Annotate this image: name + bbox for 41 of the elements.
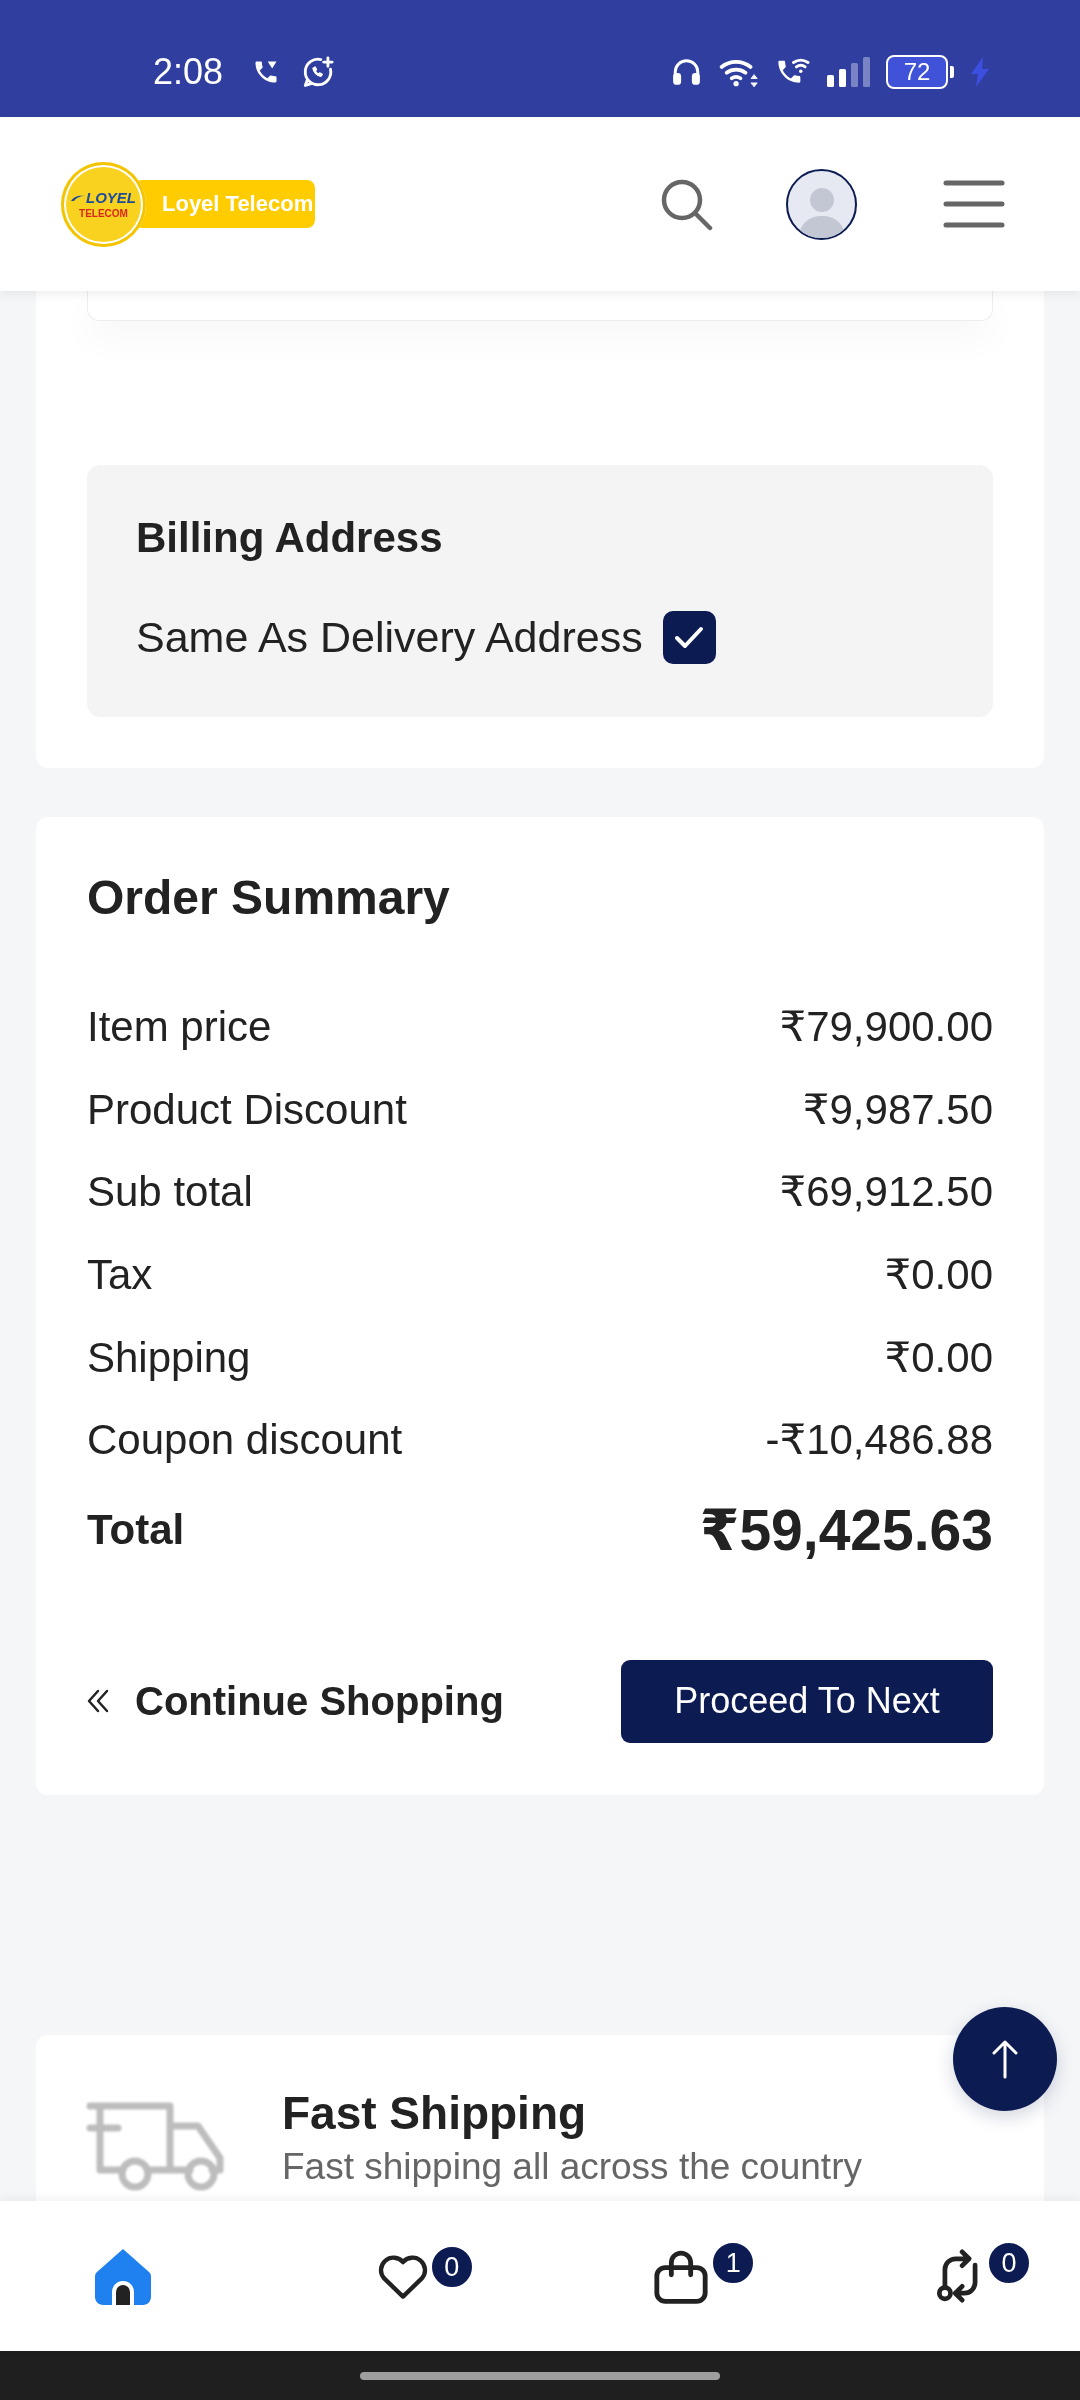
status-time: 2:08 [153,51,224,92]
shopping-bag-icon[interactable] [652,2248,711,2304]
arrow-up-icon [992,2039,1018,2079]
logo-wordmark: LOYEL [86,189,136,206]
summary-amount: ₹79,900.00 [779,1002,993,1053]
battery-indicator: 72 [886,54,954,89]
continue-shopping-link[interactable]: Continue Shopping [87,1676,504,1727]
summary-amount: -₹10,486.88 [765,1415,993,1466]
signal-icon [827,56,870,87]
summary-label: Item price [87,1002,272,1053]
summary-amount: ₹9,987.50 [802,1084,993,1135]
summary-amount: ₹0.00 [884,1250,993,1301]
same-as-delivery-checkbox[interactable] [662,611,716,664]
summary-label: Product Discount [87,1084,407,1135]
logo-emblem[interactable]: LOYEL TELECOM [61,161,146,247]
same-as-delivery-label: Same As Delivery Address [136,612,643,663]
search-icon [660,177,713,231]
proceed-button[interactable]: Proceed To Next [621,1659,993,1743]
checkmark-icon [674,625,705,650]
logo-tagline: TELECOM [79,207,128,219]
feature-title: Fast Shipping [282,2085,588,2141]
total-label: Total [87,1504,185,1555]
charging-bolt-icon [970,56,990,87]
billing-address-title: Billing Address [136,513,444,563]
summary-label: Tax [87,1250,153,1301]
user-silhouette-icon [798,185,845,238]
double-chevron-left-icon [87,1689,109,1714]
menu-button[interactable] [943,180,1005,228]
chat-bubble-icon [301,54,336,89]
summary-label: Coupon discount [87,1415,403,1466]
headphones-icon [671,56,702,87]
summary-amount: ₹69,912.50 [779,1167,993,1218]
feature-description: Fast shipping all across the country [282,2144,862,2189]
menu-icon [943,180,1005,228]
home-icon[interactable] [93,2247,153,2305]
summary-label: Shipping [87,1332,251,1383]
summary-amount: ₹0.00 [884,1332,993,1383]
order-summary-title: Order Summary [87,870,451,926]
search-button[interactable] [660,177,713,231]
total-amount: ₹59,425.63 [699,1496,993,1563]
summary-label: Sub total [87,1167,253,1218]
